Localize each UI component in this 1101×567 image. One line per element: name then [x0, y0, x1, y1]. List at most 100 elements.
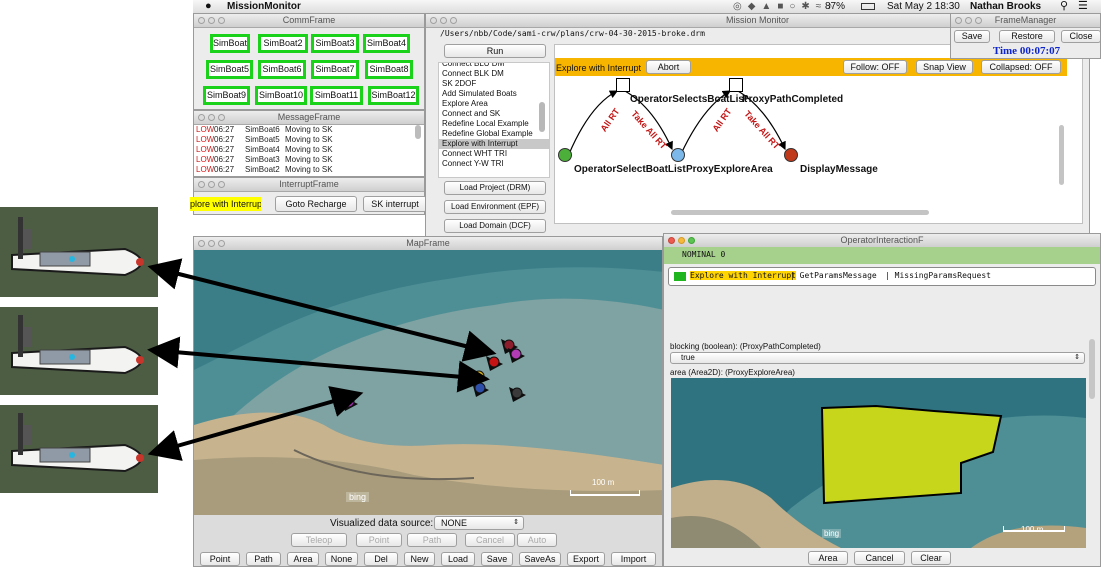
zoom-icon[interactable]	[218, 17, 225, 24]
load-environment-button[interactable]: Load Environment (EPF)	[444, 200, 546, 214]
plan-list-scrollbar[interactable]	[539, 102, 545, 132]
frame-manager-titlebar[interactable]: FrameManager	[951, 14, 1100, 28]
map-cancel-button[interactable]: Cancel	[465, 533, 515, 547]
plan-list-item[interactable]: SK 2DOF	[439, 79, 549, 89]
minimize-icon[interactable]	[208, 240, 215, 247]
boat-button-9[interactable]: SimBoat9	[203, 86, 250, 105]
sk-interrupt-button[interactable]: SK interrupt	[363, 196, 427, 212]
close-icon[interactable]	[955, 17, 962, 24]
map-path-button[interactable]: Path	[407, 533, 457, 547]
plan-list-item[interactable]: Redefine Global Example	[439, 129, 549, 139]
plan-list-item[interactable]: Connect BLK DM	[439, 69, 549, 79]
map-tool-del-button[interactable]: Del	[364, 552, 398, 566]
map-auto-button[interactable]: Auto	[517, 533, 557, 547]
area-button[interactable]: Area	[808, 551, 848, 565]
transition-box-2[interactable]	[729, 78, 743, 92]
map-point-button[interactable]: Point	[356, 533, 402, 547]
close-icon[interactable]	[430, 17, 437, 24]
state-node-1[interactable]	[558, 148, 572, 162]
close-icon[interactable]	[198, 114, 205, 121]
data-source-select[interactable]: NONE ⇕	[434, 516, 524, 530]
boat-button-8[interactable]: SimBoat8	[365, 60, 413, 79]
boat-button-4[interactable]: SimBoat4	[363, 34, 410, 53]
operator-scrollbar[interactable]	[1089, 339, 1095, 399]
minimize-icon[interactable]	[440, 17, 447, 24]
battery-icon[interactable]	[861, 3, 875, 10]
boat-button-7[interactable]: SimBoat7	[311, 60, 359, 79]
notification-center-icon[interactable]: ☰	[1078, 0, 1088, 13]
plan-list-item[interactable]: Add Simulated Boats	[439, 89, 549, 99]
close-icon[interactable]	[198, 181, 205, 188]
boat-button-6[interactable]: SimBoat6	[258, 60, 306, 79]
zoom-icon[interactable]	[450, 17, 457, 24]
boat-button-1[interactable]: SimBoat	[210, 34, 250, 53]
plan-list-item[interactable]: Connect Y-W TRI	[439, 159, 549, 169]
blocking-select[interactable]: true ⇕	[670, 352, 1085, 364]
area-clear-button[interactable]: Clear	[911, 551, 951, 565]
frame-restore-button[interactable]: Restore	[999, 30, 1055, 43]
frame-close-button[interactable]: Close	[1061, 30, 1100, 43]
spotlight-search-icon[interactable]: ⚲	[1060, 0, 1068, 13]
graph-horizontal-scrollbar[interactable]	[671, 210, 929, 215]
boat-button-3[interactable]: SimBoat3	[311, 34, 359, 53]
area-selection-map[interactable]	[671, 378, 1086, 548]
menubar-clock[interactable]: Sat May 2 18:30	[887, 0, 960, 13]
boat-button-10[interactable]: SimBoat10	[255, 86, 307, 105]
plan-list-item[interactable]: Connect WHT TRI	[439, 149, 549, 159]
map-tool-export-button[interactable]: Export	[567, 552, 605, 566]
zoom-icon[interactable]	[975, 17, 982, 24]
app-menu-title[interactable]: MissionMonitor	[227, 0, 301, 13]
goto-recharge-button[interactable]: Goto Recharge	[275, 196, 357, 212]
plan-list-item[interactable]: Redefine Local Example	[439, 119, 549, 129]
map-tool-new-button[interactable]: New	[404, 552, 435, 566]
close-icon[interactable]	[198, 240, 205, 247]
zoom-icon[interactable]	[688, 237, 695, 244]
area-cancel-button[interactable]: Cancel	[854, 551, 905, 565]
plan-list[interactable]: Connect BLU DM Connect BLK DM SK 2DOF Add S…	[438, 62, 550, 178]
message-frame-titlebar[interactable]: MessageFrame	[194, 111, 424, 125]
boat-button-2[interactable]: SimBoat2	[258, 34, 308, 53]
map-tool-area-button[interactable]: Area	[287, 552, 319, 566]
minimize-icon[interactable]	[208, 114, 215, 121]
load-domain-button[interactable]: Load Domain (DCF)	[444, 219, 546, 233]
minimize-icon[interactable]	[678, 237, 685, 244]
graph-vertical-scrollbar[interactable]	[1059, 125, 1064, 185]
comm-frame-titlebar[interactable]: CommFrame	[194, 14, 424, 28]
message-scrollbar[interactable]	[415, 125, 421, 139]
run-button[interactable]: Run	[444, 44, 546, 58]
zoom-icon[interactable]	[218, 240, 225, 247]
map-tool-save-button[interactable]: Save	[481, 552, 513, 566]
map-tool-load-button[interactable]: Load	[441, 552, 475, 566]
zoom-icon[interactable]	[218, 181, 225, 188]
menubar-user[interactable]: Nathan Brooks	[970, 0, 1041, 13]
map-frame-titlebar[interactable]: MapFrame	[194, 237, 662, 251]
frame-save-button[interactable]: Save	[954, 30, 990, 43]
boat-button-11[interactable]: SimBoat11	[310, 86, 363, 105]
boat-button-5[interactable]: SimBoat5	[206, 60, 253, 79]
operator-frame-titlebar[interactable]: OperatorInteractionF	[664, 234, 1100, 248]
map-teleop-button[interactable]: Teleop	[291, 533, 347, 547]
close-icon[interactable]	[668, 237, 675, 244]
map-tool-point-button[interactable]: Point	[200, 552, 240, 566]
boat-button-12[interactable]: SimBoat12	[368, 86, 419, 105]
map-tool-saveas-button[interactable]: SaveAs	[519, 552, 561, 566]
state-node-2[interactable]	[671, 148, 685, 162]
apple-menu-icon[interactable]: ●	[205, 0, 212, 13]
minimize-icon[interactable]	[208, 181, 215, 188]
load-project-button[interactable]: Load Project (DRM)	[444, 181, 546, 195]
plan-list-item[interactable]: Connect BLU DM	[439, 63, 549, 69]
plan-list-item[interactable]: Explore with Interrupt	[439, 139, 549, 149]
minimize-icon[interactable]	[208, 17, 215, 24]
map-tool-import-button[interactable]: Import	[611, 552, 656, 566]
map-tool-none-button[interactable]: None	[325, 552, 358, 566]
state-node-3[interactable]	[784, 148, 798, 162]
interrupt-frame-titlebar[interactable]: InterruptFrame	[194, 178, 424, 192]
close-icon[interactable]	[198, 17, 205, 24]
plan-list-item[interactable]: Connect and SK	[439, 109, 549, 119]
plan-list-item[interactable]: Explore Area	[439, 99, 549, 109]
satellite-map[interactable]	[194, 250, 663, 515]
zoom-icon[interactable]	[218, 114, 225, 121]
minimize-icon[interactable]	[965, 17, 972, 24]
map-tool-path-button[interactable]: Path	[246, 552, 281, 566]
transition-box-1[interactable]	[616, 78, 630, 92]
